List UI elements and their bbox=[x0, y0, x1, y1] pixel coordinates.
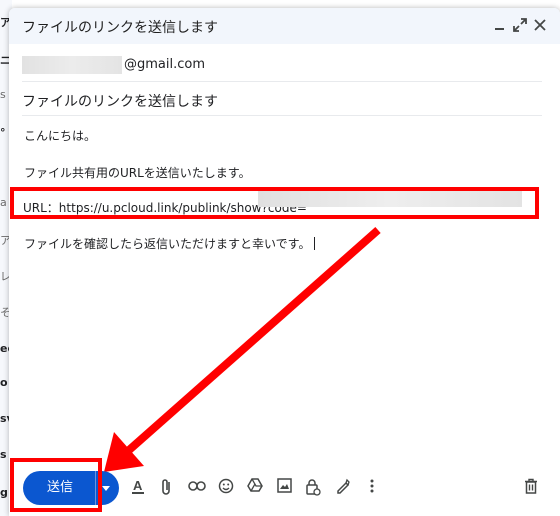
body-closing: ファイルを確認したら返信いただけますと幸いです。 bbox=[24, 235, 316, 252]
attach-icon[interactable] bbox=[157, 478, 177, 498]
subject-text: ファイルのリンクを送信します bbox=[22, 94, 218, 110]
text-format-icon[interactable]: A bbox=[128, 478, 148, 498]
body-closing-text: ファイルを確認したら返信いただけますと幸いです。 bbox=[24, 237, 311, 251]
minimize-icon[interactable] bbox=[492, 16, 510, 34]
image-icon[interactable] bbox=[274, 478, 294, 498]
send-highlight-box bbox=[10, 458, 102, 512]
to-field[interactable]: @gmail.com bbox=[22, 48, 542, 82]
subject-field[interactable]: ファイルのリンクを送信します bbox=[22, 82, 542, 116]
more-options-icon[interactable] bbox=[362, 478, 382, 498]
compose-window: ファイルのリンクを送信します @gmail.com ファイルのリンクを送信します bbox=[9, 8, 560, 516]
emoji-icon[interactable] bbox=[216, 478, 236, 498]
body-line-1: ファイル共有用のURLを送信いたします。 bbox=[24, 166, 251, 180]
link-icon[interactable] bbox=[187, 478, 207, 498]
svg-text:A: A bbox=[133, 478, 143, 493]
close-icon[interactable] bbox=[531, 16, 549, 34]
compose-title: ファイルのリンクを送信します bbox=[22, 20, 218, 36]
confidential-lock-icon[interactable] bbox=[303, 478, 323, 498]
drive-icon[interactable] bbox=[245, 478, 265, 498]
compose-titlebar[interactable]: ファイルのリンクを送信します bbox=[9, 8, 560, 44]
text-caret bbox=[314, 237, 316, 250]
recipient-domain: @gmail.com bbox=[124, 57, 206, 72]
expand-icon[interactable] bbox=[511, 16, 529, 34]
signature-pen-icon[interactable] bbox=[333, 478, 353, 498]
chevron-down-icon bbox=[102, 486, 110, 491]
body-greeting: こんにちは。 bbox=[24, 129, 97, 143]
url-highlight-box bbox=[10, 187, 539, 219]
trash-icon[interactable] bbox=[521, 478, 541, 498]
recipient-redacted bbox=[22, 56, 122, 74]
